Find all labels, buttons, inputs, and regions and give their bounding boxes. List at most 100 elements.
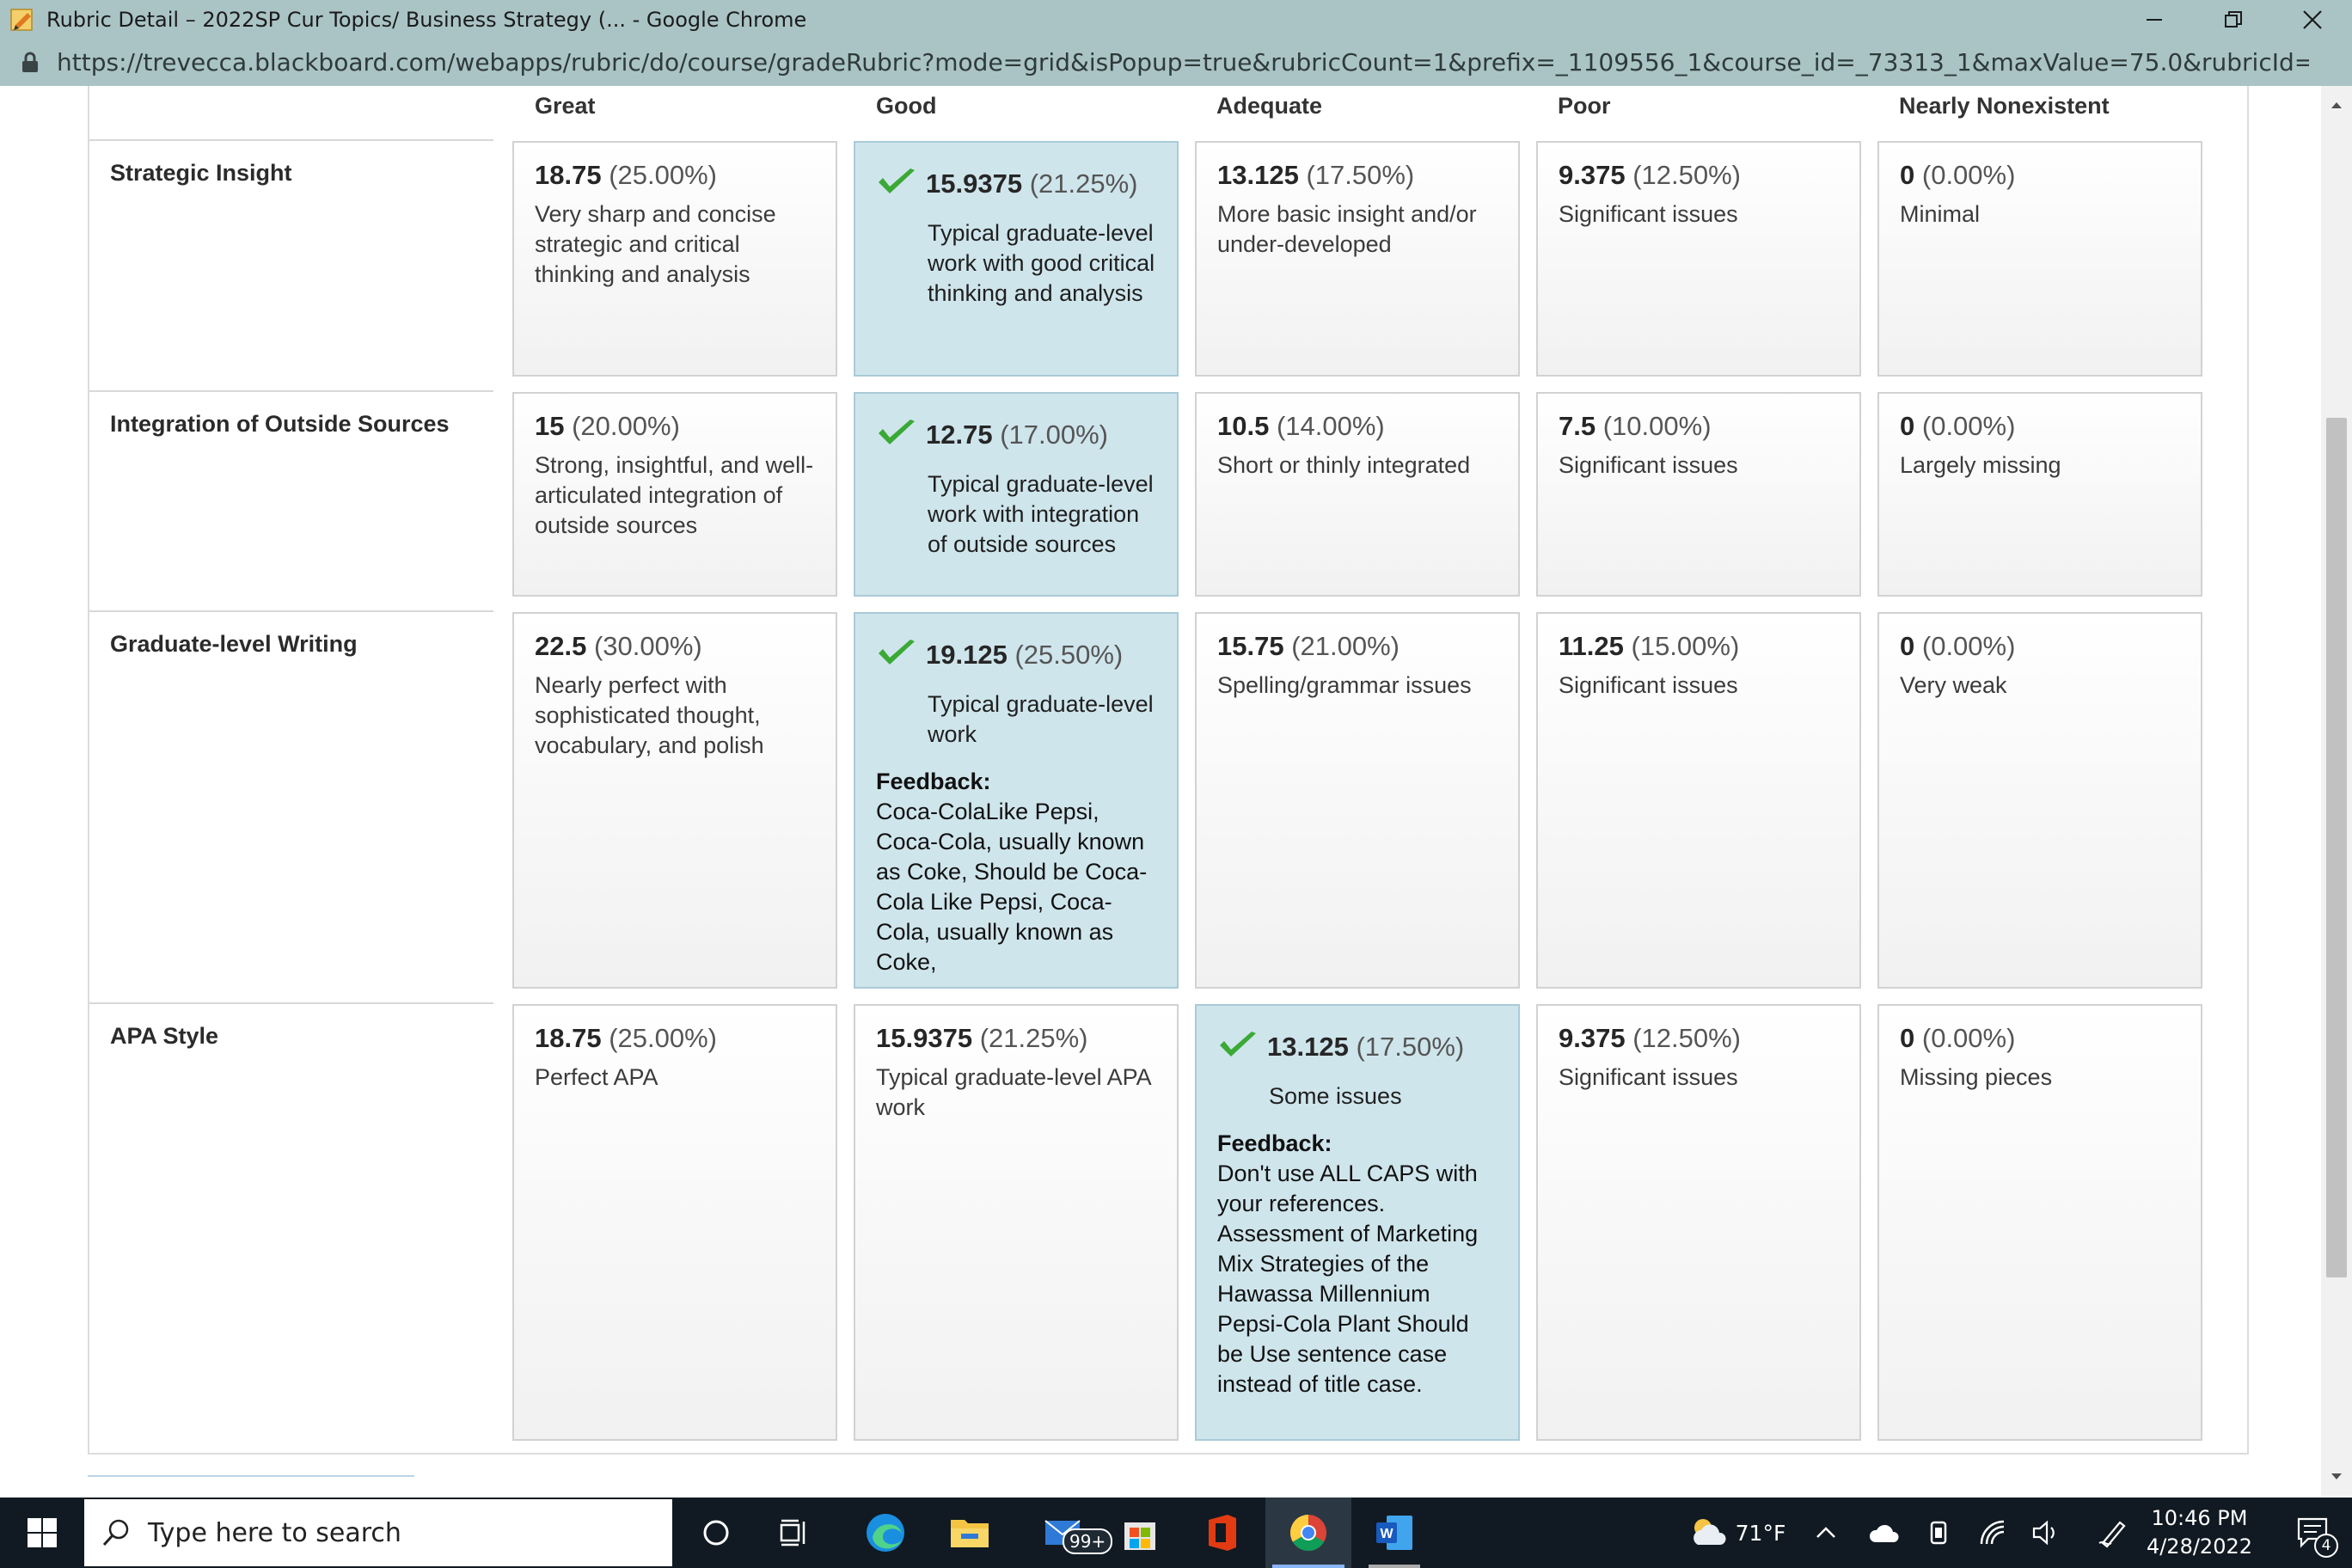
cell-description: Short or thinly integrated bbox=[1217, 452, 1471, 478]
show-hidden-icons-button[interactable] bbox=[1809, 1498, 1843, 1568]
cortana-button[interactable] bbox=[679, 1498, 753, 1568]
mail-taskbar-button[interactable]: 99+ bbox=[1023, 1498, 1113, 1568]
cell-score: 10.5 bbox=[1217, 411, 1270, 441]
cell-percent: (21.25%) bbox=[979, 1023, 1088, 1053]
rubric-cell-selected[interactable]: 12.75 (17.00%) Typical graduate-level wo… bbox=[854, 392, 1179, 597]
start-button[interactable] bbox=[0, 1498, 84, 1568]
feedback-text: Don't use ALL CAPS with your references.… bbox=[1217, 1161, 1479, 1397]
cell-description: Very sharp and concise strategic and cri… bbox=[535, 201, 776, 287]
row-label-apa-style: APA Style bbox=[110, 1023, 219, 1049]
pencil-page-icon bbox=[10, 8, 33, 31]
windows-taskbar: Type here to search 99+ W 71°F 10:46 PM … bbox=[0, 1498, 2352, 1568]
rubric-cell[interactable]: 0 (0.00%) Very weak bbox=[1877, 612, 2202, 989]
checkmark-icon bbox=[879, 640, 915, 665]
cell-score: 0 bbox=[1900, 160, 1915, 190]
rubric-cell[interactable]: 0 (0.00%) Missing pieces bbox=[1877, 1004, 2202, 1441]
restore-icon bbox=[2225, 10, 2242, 28]
column-header-nearly-nonexistent: Nearly Nonexistent bbox=[1899, 93, 2110, 119]
minimize-button[interactable] bbox=[2115, 0, 2194, 39]
checkmark-icon bbox=[879, 420, 915, 444]
folder-icon bbox=[951, 1520, 989, 1547]
rubric-cell[interactable]: 9.375 (12.50%) Significant issues bbox=[1536, 1004, 1861, 1441]
running-app-indicator bbox=[1369, 1565, 1420, 1568]
cell-score: 15.75 bbox=[1217, 631, 1284, 661]
column-header-good: Good bbox=[876, 93, 937, 119]
rubric-cell[interactable]: 18.75 (25.00%) Very sharp and concise st… bbox=[512, 141, 837, 377]
rubric-cell[interactable]: 15 (20.00%) Strong, insightful, and well… bbox=[512, 392, 837, 597]
cell-percent: (20.00%) bbox=[572, 411, 680, 441]
cell-score: 22.5 bbox=[535, 631, 587, 661]
cell-percent: (0.00%) bbox=[1921, 631, 2016, 661]
cell-percent: (15.00%) bbox=[1631, 631, 1740, 661]
rubric-cell[interactable]: 15.75 (21.00%) Spelling/grammar issues bbox=[1195, 612, 1520, 989]
rubric-cell[interactable]: 0 (0.00%) Minimal bbox=[1877, 141, 2202, 377]
cell-description: Typical graduate-level work with integra… bbox=[928, 471, 1154, 557]
rubric-cell[interactable]: 18.75 (25.00%) Perfect APA bbox=[512, 1004, 837, 1441]
cell-score: 15 bbox=[535, 411, 565, 441]
rubric-page: Great Good Adequate Poor Nearly Nonexist… bbox=[17, 86, 2321, 1496]
close-button[interactable] bbox=[2273, 0, 2352, 39]
edge-taskbar-button[interactable] bbox=[844, 1498, 927, 1568]
rubric-cell[interactable]: 11.25 (15.00%) Significant issues bbox=[1536, 612, 1861, 989]
chrome-taskbar-button[interactable] bbox=[1265, 1498, 1351, 1568]
taskbar-clock[interactable]: 10:46 PM 4/28/2022 bbox=[2147, 1504, 2252, 1561]
rubric-cell-selected[interactable]: 15.9375 (21.25%) Typical graduate-level … bbox=[854, 141, 1179, 377]
cell-score: 18.75 bbox=[535, 160, 602, 190]
notification-center-button[interactable]: 4 bbox=[2283, 1498, 2343, 1568]
taskbar-search-box[interactable]: Type here to search bbox=[84, 1499, 672, 1566]
office-taskbar-button[interactable] bbox=[1181, 1498, 1264, 1568]
address-bar[interactable]: https://trevecca.blackboard.com/webapps/… bbox=[0, 39, 2352, 86]
cell-score: 19.125 bbox=[926, 640, 1008, 670]
cell-percent: (12.50%) bbox=[1632, 1023, 1741, 1053]
cell-description: More basic insight and/or under-develope… bbox=[1217, 201, 1477, 257]
cell-score: 0 bbox=[1900, 1023, 1915, 1053]
scrollbar-thumb[interactable] bbox=[2326, 418, 2347, 1277]
chevron-up-icon bbox=[1816, 1527, 1835, 1538]
pen-workspace-button[interactable] bbox=[2089, 1498, 2137, 1568]
column-header-great: Great bbox=[535, 93, 596, 119]
cell-description: Typical graduate-level work with good cr… bbox=[928, 220, 1155, 306]
cell-description: Largely missing bbox=[1900, 452, 2061, 478]
cell-score: 7.5 bbox=[1559, 411, 1596, 441]
rubric-cell[interactable]: 13.125 (17.50%) More basic insight and/o… bbox=[1195, 141, 1520, 377]
cell-description: Some issues bbox=[1269, 1083, 1402, 1109]
rubric-cell-selected[interactable]: 19.125 (25.50%) Typical graduate-level w… bbox=[854, 612, 1179, 989]
onedrive-button[interactable] bbox=[1864, 1498, 1905, 1568]
cell-description: Typical graduate-level APA work bbox=[876, 1064, 1151, 1120]
rubric-cell[interactable]: 7.5 (10.00%) Significant issues bbox=[1536, 392, 1861, 597]
rubric-cell[interactable]: 10.5 (14.00%) Short or thinly integrated bbox=[1195, 392, 1520, 597]
store-taskbar-button[interactable] bbox=[1099, 1498, 1181, 1568]
file-explorer-taskbar-button[interactable] bbox=[928, 1498, 1011, 1568]
cell-percent: (17.00%) bbox=[1000, 420, 1108, 450]
cell-percent: (14.00%) bbox=[1276, 411, 1385, 441]
rubric-cell[interactable]: 0 (0.00%) Largely missing bbox=[1877, 392, 2202, 597]
device-button[interactable] bbox=[1919, 1498, 1958, 1568]
rubric-cell[interactable]: 15.9375 (21.25%) Typical graduate-level … bbox=[854, 1004, 1179, 1441]
word-logo-icon: W bbox=[1376, 1516, 1412, 1550]
minimize-icon bbox=[2147, 18, 2162, 21]
word-taskbar-button[interactable]: W bbox=[1351, 1498, 1437, 1568]
lock-icon[interactable] bbox=[19, 52, 41, 74]
cell-percent: (17.50%) bbox=[1356, 1032, 1465, 1062]
cell-score: 0 bbox=[1900, 411, 1915, 441]
volume-button[interactable] bbox=[2025, 1498, 2068, 1568]
network-button[interactable] bbox=[1974, 1498, 2013, 1568]
vertical-scrollbar[interactable] bbox=[2321, 86, 2352, 1496]
rubric-cell[interactable]: 22.5 (30.00%) Nearly perfect with sophis… bbox=[512, 612, 837, 989]
feedback-label: Feedback: bbox=[1217, 1130, 1332, 1156]
restore-button[interactable] bbox=[2194, 0, 2273, 39]
rubric-cell-selected[interactable]: 13.125 (17.50%) Some issues Feedback: Do… bbox=[1195, 1004, 1520, 1441]
window-title-bar: Rubric Detail – 2022SP Cur Topics/ Busin… bbox=[0, 0, 2352, 39]
rubric-cell[interactable]: 9.375 (12.50%) Significant issues bbox=[1536, 141, 1861, 377]
scroll-down-arrow-icon[interactable] bbox=[2329, 1468, 2344, 1484]
search-icon bbox=[102, 1519, 129, 1547]
weather-widget[interactable]: 71°F bbox=[1676, 1498, 1797, 1568]
cell-score: 9.375 bbox=[1559, 1023, 1626, 1053]
cell-description: Significant issues bbox=[1559, 672, 1738, 698]
url-text[interactable]: https://trevecca.blackboard.com/webapps/… bbox=[57, 48, 2309, 77]
row-separator bbox=[89, 139, 493, 141]
cell-description: Significant issues bbox=[1559, 1064, 1738, 1090]
cell-score: 15.9375 bbox=[926, 168, 1023, 199]
scroll-up-arrow-icon[interactable] bbox=[2329, 98, 2344, 113]
task-view-button[interactable] bbox=[758, 1498, 832, 1568]
